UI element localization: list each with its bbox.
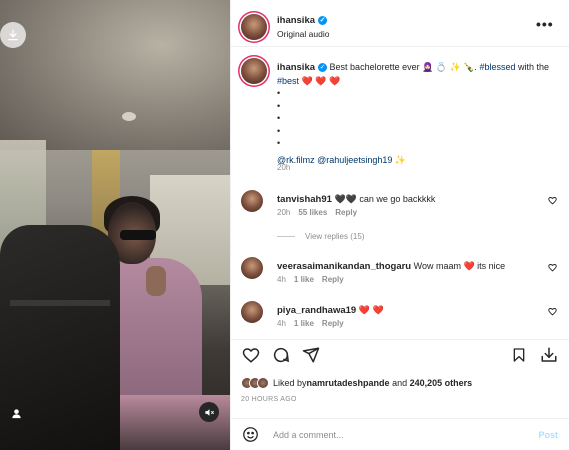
post-date[interactable]: 20 HOURS AGO bbox=[241, 396, 297, 403]
comment-likes[interactable]: 1 like bbox=[294, 319, 314, 328]
comment-likes[interactable]: 55 likes bbox=[298, 208, 327, 217]
comment-time[interactable]: 20h bbox=[277, 208, 290, 217]
comment-body: tanvishah91 🖤🖤 can we go backkkk bbox=[277, 193, 527, 206]
author-username[interactable]: ihansika ✓ bbox=[277, 15, 328, 26]
likes-count[interactable]: 240,205 others bbox=[410, 378, 473, 388]
replies-line bbox=[277, 236, 295, 237]
video-frame-seat-band bbox=[10, 300, 110, 306]
post-panel: ihansika ✓ Original audio ••• ihansika ✓ B… bbox=[230, 0, 569, 450]
caption-dot: • bbox=[277, 138, 281, 148]
liker-avatars[interactable] bbox=[241, 377, 269, 389]
divider bbox=[231, 46, 569, 47]
comment-icon[interactable] bbox=[271, 345, 291, 365]
caption-dot: • bbox=[277, 113, 281, 123]
post-actions bbox=[241, 343, 561, 369]
comment-meta: 20h 55 likes Reply bbox=[277, 208, 365, 217]
comment-username[interactable]: veerasaimanikandan_thogaru bbox=[277, 261, 411, 272]
caption-username[interactable]: ihansika bbox=[277, 62, 315, 73]
liker-username[interactable]: namrutadeshpande bbox=[307, 378, 390, 388]
caption-hearts: ❤️ ❤️ ❤️ bbox=[299, 75, 341, 86]
comment-like-heart-icon[interactable] bbox=[548, 307, 557, 318]
emoji-icon[interactable] bbox=[242, 426, 259, 445]
comment-meta: 4h 1 like Reply bbox=[277, 275, 352, 284]
speaker-muted-icon[interactable] bbox=[199, 402, 219, 422]
comment-time[interactable]: 4h bbox=[277, 319, 286, 328]
view-replies-button[interactable]: View replies (15) bbox=[277, 232, 364, 241]
download-icon[interactable] bbox=[539, 345, 559, 365]
hashtag-link[interactable]: #blessed bbox=[479, 62, 515, 72]
verified-badge-icon: ✓ bbox=[318, 63, 328, 73]
mention-link[interactable]: @rahuljeetsingh19 bbox=[317, 155, 392, 165]
avatar bbox=[257, 377, 269, 389]
avatar[interactable] bbox=[241, 14, 267, 40]
caption-text: ihansika ✓ Best bachelorette ever 🧕🏻 💍 ✨ … bbox=[277, 61, 557, 166]
likes-connector: and bbox=[389, 378, 410, 388]
reply-button[interactable]: Reply bbox=[322, 275, 344, 284]
caption-connector-text: with the bbox=[515, 62, 549, 72]
comment-username[interactable]: piya_randhawa19 bbox=[277, 305, 356, 316]
likes-prefix: Liked by bbox=[273, 378, 307, 388]
bookmark-icon[interactable] bbox=[509, 345, 529, 365]
comment-like-heart-icon[interactable] bbox=[548, 263, 557, 274]
comment-like-heart-icon[interactable] bbox=[548, 196, 557, 207]
post-comment-button[interactable]: Post bbox=[538, 430, 558, 440]
more-options-button[interactable]: ••• bbox=[536, 16, 554, 32]
video-frame-lamp bbox=[122, 112, 136, 121]
divider bbox=[231, 418, 569, 419]
verified-badge-icon: ✓ bbox=[318, 15, 328, 25]
reply-button[interactable]: Reply bbox=[322, 319, 344, 328]
user-tag-icon[interactable] bbox=[8, 405, 24, 421]
divider bbox=[231, 339, 569, 340]
comment-meta: 4h 1 like Reply bbox=[277, 319, 352, 328]
download-icon[interactable] bbox=[0, 22, 26, 48]
video-frame-sunglasses bbox=[120, 230, 156, 240]
likes-summary: Liked by namrutadeshpande and 240,205 ot… bbox=[241, 375, 472, 391]
caption-timestamp[interactable]: 20h bbox=[277, 163, 290, 172]
caption-dot: • bbox=[277, 88, 281, 98]
avatar[interactable] bbox=[241, 58, 267, 84]
hashtag-link[interactable]: #best bbox=[277, 76, 299, 86]
avatar[interactable] bbox=[241, 257, 263, 279]
comment-likes[interactable]: 1 like bbox=[294, 275, 314, 284]
avatar[interactable] bbox=[241, 301, 263, 323]
comment-input[interactable]: Add a comment... bbox=[273, 430, 344, 440]
reply-button[interactable]: Reply bbox=[335, 208, 357, 217]
comment-text: ❤️ ❤️ bbox=[358, 305, 384, 315]
send-icon[interactable] bbox=[301, 345, 321, 365]
post-header: ihansika ✓ Original audio ••• bbox=[231, 6, 569, 46]
heart-icon[interactable] bbox=[241, 345, 261, 365]
comment-text: Wow maam ❤️ its nice bbox=[413, 261, 506, 271]
comment-body: veerasaimanikandan_thogaru Wow maam ❤️ i… bbox=[277, 260, 527, 273]
audio-label[interactable]: Original audio bbox=[277, 29, 329, 39]
comment-body: piya_randhawa19 ❤️ ❤️ bbox=[277, 304, 527, 317]
caption-dot: • bbox=[277, 100, 281, 111]
comment-username[interactable]: tanvishah91 bbox=[277, 194, 332, 205]
caption-sparkle: ✨ bbox=[392, 154, 407, 165]
add-comment-bar: Add a comment... Post bbox=[231, 421, 569, 450]
post-video[interactable] bbox=[0, 0, 230, 450]
video-frame-ceiling bbox=[0, 0, 230, 150]
comment-text: 🖤🖤 can we go backkkk bbox=[334, 194, 436, 204]
video-frame-hand bbox=[146, 266, 166, 296]
caption-dot: • bbox=[277, 125, 281, 136]
avatar[interactable] bbox=[241, 190, 263, 212]
comment-time[interactable]: 4h bbox=[277, 275, 286, 284]
author-username-text[interactable]: ihansika bbox=[277, 15, 315, 26]
caption-main-text: Best bachelorette ever 🧕🏻 💍 ✨ 🍾. bbox=[329, 62, 480, 72]
view-replies-label[interactable]: View replies (15) bbox=[305, 232, 364, 241]
